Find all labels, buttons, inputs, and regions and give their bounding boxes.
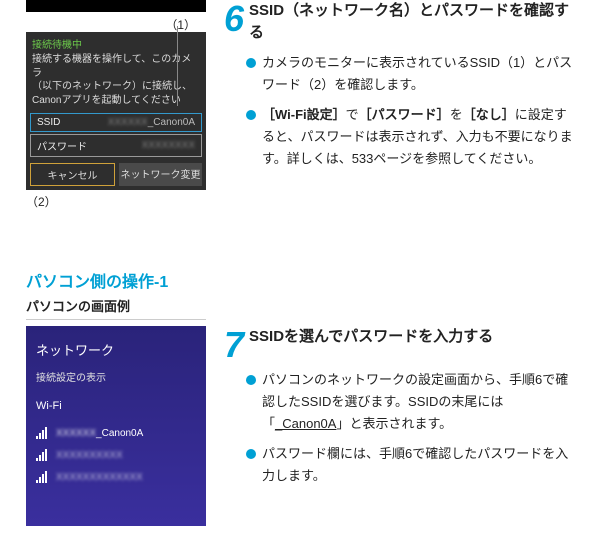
step-7-bullet-2-text: パスワード欄には、手順6で確認したパスワードを入力します。 xyxy=(262,443,575,487)
step-7: 7 SSIDを選んでパスワードを入力する xyxy=(224,326,575,361)
monitor-status: 接続待機中 xyxy=(26,34,206,53)
bullet-dot-icon xyxy=(246,375,256,385)
step-number-6: 6 xyxy=(224,0,243,35)
pc-section-title: パソコン側の操作-1 xyxy=(26,268,575,292)
network-change-button[interactable]: ネットワーク変更 xyxy=(119,163,202,186)
monitor-message: 接続する機器を操作して、このカメラ （以下のネットワーク）に接続し、 Canon… xyxy=(26,53,206,111)
pc-network-1-name: XXXXXX_Canon0A xyxy=(56,428,143,439)
ssid-value: XXXXXX_Canon0A xyxy=(108,117,195,128)
step-7-bullet-1: パソコンのネットワークの設定画面から、手順6で確認したSSIDを選びます。SSI… xyxy=(246,369,575,435)
bullet-dot-icon xyxy=(246,58,256,68)
step-6-title: SSID（ネットワーク名）とパスワードを確認する xyxy=(249,0,575,44)
wifi-signal-icon xyxy=(36,427,50,439)
cancel-button[interactable]: キャンセル xyxy=(30,163,115,186)
pc-wifi-label: Wi-Fi xyxy=(36,400,196,412)
pc-network-3-name: XXXXXXXXXXXXX xyxy=(56,472,143,483)
pc-network-2-name: XXXXXXXXXX xyxy=(56,450,123,461)
step-6-bullet-1: カメラのモニターに表示されているSSID（1）とパスワード（2）を確認します。 xyxy=(246,52,575,96)
ssid-label: SSID xyxy=(37,117,60,128)
pc-panel-header: ネットワーク xyxy=(36,340,196,359)
pc-network-item-2[interactable]: XXXXXXXXXX xyxy=(36,444,196,466)
password-value: XXXXXXXX xyxy=(142,140,195,151)
ssid-field: SSID XXXXXX_Canon0A xyxy=(30,113,202,132)
pc-panel-link[interactable]: 接続設定の表示 xyxy=(36,369,196,384)
monitor-top-crop xyxy=(26,0,206,12)
step-number-7: 7 xyxy=(224,326,243,361)
pc-section-heading: パソコン側の操作-1 パソコンの画面例 xyxy=(26,268,575,320)
callout-2-label: （2） xyxy=(26,193,206,210)
step-6-bullet-2: ［Wi-Fi設定］で［パスワード］を［なし］に設定すると、パスワードは表示されず… xyxy=(246,104,575,170)
pc-network-item-3[interactable]: XXXXXXXXXXXXX xyxy=(36,466,196,488)
callout-1-line xyxy=(177,26,178,106)
step-6-bullet-1-text: カメラのモニターに表示されているSSID（1）とパスワード（2）を確認します。 xyxy=(262,52,575,96)
step-6-bullet-2-text: ［Wi-Fi設定］で［パスワード］を［なし］に設定すると、パスワードは表示されず… xyxy=(262,104,575,170)
pc-section-subtitle: パソコンの画面例 xyxy=(26,296,206,320)
password-label: パスワード xyxy=(37,138,87,153)
bullet-dot-icon xyxy=(246,449,256,459)
step-7-title: SSIDを選んでパスワードを入力する xyxy=(249,326,493,348)
callout-1-label: （1） xyxy=(165,18,196,32)
camera-monitor: 接続待機中 接続する機器を操作して、このカメラ （以下のネットワーク）に接続し、… xyxy=(26,32,206,190)
wifi-signal-icon xyxy=(36,449,50,461)
step-7-bullet-1-text: パソコンのネットワークの設定画面から、手順6で確認したSSIDを選びます。SSI… xyxy=(262,369,575,435)
step-6: 6 SSID（ネットワーク名）とパスワードを確認する xyxy=(224,0,575,44)
wifi-signal-icon xyxy=(36,471,50,483)
pc-network-item-1[interactable]: XXXXXX_Canon0A xyxy=(36,422,196,444)
bullet-dot-icon xyxy=(246,110,256,120)
pc-network-panel: ネットワーク 接続設定の表示 Wi-Fi XXXXXX_Canon0A XXXX… xyxy=(26,326,206,526)
step-7-bullet-2: パスワード欄には、手順6で確認したパスワードを入力します。 xyxy=(246,443,575,487)
password-field: パスワード XXXXXXXX xyxy=(30,134,202,157)
